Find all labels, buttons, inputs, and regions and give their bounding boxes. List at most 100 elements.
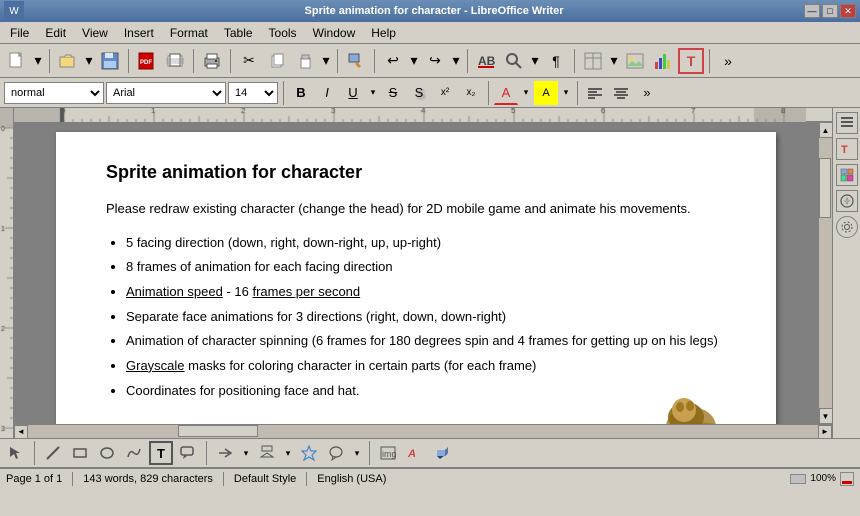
styles-button[interactable]: T <box>836 138 858 160</box>
hscroll-left-button[interactable]: ◄ <box>14 425 28 439</box>
properties-button[interactable] <box>836 112 858 134</box>
freeform-tool-button[interactable] <box>122 441 146 465</box>
align-left-button[interactable] <box>583 81 607 105</box>
print-preview-button[interactable] <box>162 48 188 74</box>
text-tool-button[interactable]: T <box>149 441 173 465</box>
superscript-button[interactable]: x² <box>433 81 457 105</box>
horizontal-scrollbar[interactable]: ◄ ► <box>14 424 832 438</box>
subscript-button[interactable]: x₂ <box>459 81 483 105</box>
menu-file[interactable]: File <box>2 24 37 42</box>
close-button[interactable]: ✕ <box>840 4 856 18</box>
app-icon: W <box>4 1 24 21</box>
copy-button[interactable] <box>264 48 290 74</box>
italic-button[interactable]: I <box>315 81 339 105</box>
flowchart-button[interactable] <box>255 441 279 465</box>
insert-image-button[interactable]: img <box>376 441 400 465</box>
font-name-select[interactable]: Arial Times New Roman Courier New <box>106 82 226 104</box>
spell-check-button[interactable]: ABC <box>473 48 499 74</box>
find-button[interactable] <box>501 48 527 74</box>
shadow-button[interactable]: S <box>407 81 431 105</box>
print-button[interactable] <box>199 48 225 74</box>
hscroll-thumb[interactable] <box>178 425 258 437</box>
separator-draw1 <box>34 441 35 465</box>
new-dropdown[interactable]: ▾ <box>32 48 44 74</box>
cut-button[interactable]: ✂ <box>236 48 262 74</box>
zoom-bar[interactable] <box>790 474 806 484</box>
select-tool-button[interactable] <box>4 441 28 465</box>
language: English (USA) <box>317 473 386 485</box>
underline-button[interactable]: U <box>341 81 365 105</box>
chart-button[interactable] <box>650 48 676 74</box>
flowchart-dropdown[interactable]: ▾ <box>282 441 294 465</box>
menu-window[interactable]: Window <box>305 24 364 42</box>
gallery-button[interactable] <box>836 164 858 186</box>
menu-view[interactable]: View <box>74 24 116 42</box>
hscroll-track[interactable] <box>28 425 818 439</box>
undo-dropdown[interactable]: ▾ <box>408 48 420 74</box>
extrusion-button[interactable] <box>430 441 454 465</box>
font-color-button[interactable]: A <box>494 81 518 105</box>
separator <box>49 49 50 73</box>
more-button[interactable]: » <box>715 48 741 74</box>
nonprint-chars-button[interactable]: ¶ <box>543 48 569 74</box>
open-button[interactable] <box>55 48 81 74</box>
maximize-button[interactable]: □ <box>822 4 838 18</box>
separator2 <box>128 49 129 73</box>
separator-fmt3 <box>577 81 578 105</box>
table-dropdown[interactable]: ▾ <box>608 48 620 74</box>
find-dropdown[interactable]: ▾ <box>529 48 541 74</box>
scroll-up-button[interactable]: ▲ <box>819 122 833 138</box>
font-size-select[interactable]: 14 81012161824 <box>228 82 278 104</box>
image-button[interactable] <box>622 48 648 74</box>
redo-button[interactable]: ↪ <box>422 48 448 74</box>
callout-tool-button[interactable] <box>176 441 200 465</box>
arrow-tool-button[interactable] <box>213 441 237 465</box>
redo-dropdown[interactable]: ▾ <box>450 48 462 74</box>
menu-tools[interactable]: Tools <box>261 24 305 42</box>
save-button[interactable] <box>97 48 123 74</box>
align-center-button[interactable] <box>609 81 633 105</box>
table-button[interactable] <box>580 48 606 74</box>
vertical-scrollbar[interactable]: ▲ ▼ <box>818 122 832 424</box>
menu-table[interactable]: Table <box>216 24 261 42</box>
menu-help[interactable]: Help <box>363 24 404 42</box>
line-tool-button[interactable] <box>41 441 65 465</box>
insert-fontwork-button[interactable]: A <box>403 441 427 465</box>
minimize-button[interactable]: — <box>804 4 820 18</box>
stars-button[interactable] <box>297 441 321 465</box>
highlight-dropdown[interactable]: ▾ <box>560 81 572 105</box>
paste-button[interactable] <box>292 48 318 74</box>
format-paint-button[interactable] <box>343 48 369 74</box>
rectangle-tool-button[interactable] <box>68 441 92 465</box>
ellipse-tool-button[interactable] <box>95 441 119 465</box>
sidebar-settings-button[interactable] <box>836 216 858 238</box>
right-sidebar: T <box>832 108 860 438</box>
paste-dropdown[interactable]: ▾ <box>320 48 332 74</box>
hscroll-right-button[interactable]: ► <box>818 425 832 439</box>
save-status-icon[interactable] <box>840 472 854 486</box>
underline-dropdown[interactable]: ▾ <box>367 81 379 105</box>
strikethrough-button[interactable]: S <box>381 81 405 105</box>
callout-dropdown[interactable]: ▾ <box>351 441 363 465</box>
textbox-button[interactable]: T <box>678 48 704 74</box>
scroll-down-button[interactable]: ▼ <box>819 408 833 424</box>
document-scroll-area[interactable]: Sprite animation for character Please re… <box>14 122 818 424</box>
bold-button[interactable]: B <box>289 81 313 105</box>
scroll-track[interactable] <box>819 138 833 408</box>
undo-button[interactable]: ↩ <box>380 48 406 74</box>
highlight-button[interactable]: A <box>534 81 558 105</box>
arrow-dropdown[interactable]: ▾ <box>240 441 252 465</box>
menu-insert[interactable]: Insert <box>116 24 162 42</box>
paragraph-style-select[interactable]: normal Heading 1 Heading 2 Default Parag… <box>4 82 104 104</box>
list-item: 8 frames of animation for each facing di… <box>126 255 726 280</box>
menu-format[interactable]: Format <box>162 24 216 42</box>
callout-bubble-button[interactable] <box>324 441 348 465</box>
font-color-dropdown[interactable]: ▾ <box>520 81 532 105</box>
navigator-button[interactable] <box>836 190 858 212</box>
more-fmt-button[interactable]: » <box>635 81 659 105</box>
scroll-thumb[interactable] <box>819 158 831 218</box>
new-button[interactable] <box>4 48 30 74</box>
menu-edit[interactable]: Edit <box>37 24 74 42</box>
open-dropdown[interactable]: ▾ <box>83 48 95 74</box>
export-pdf-button[interactable]: PDF <box>134 48 160 74</box>
